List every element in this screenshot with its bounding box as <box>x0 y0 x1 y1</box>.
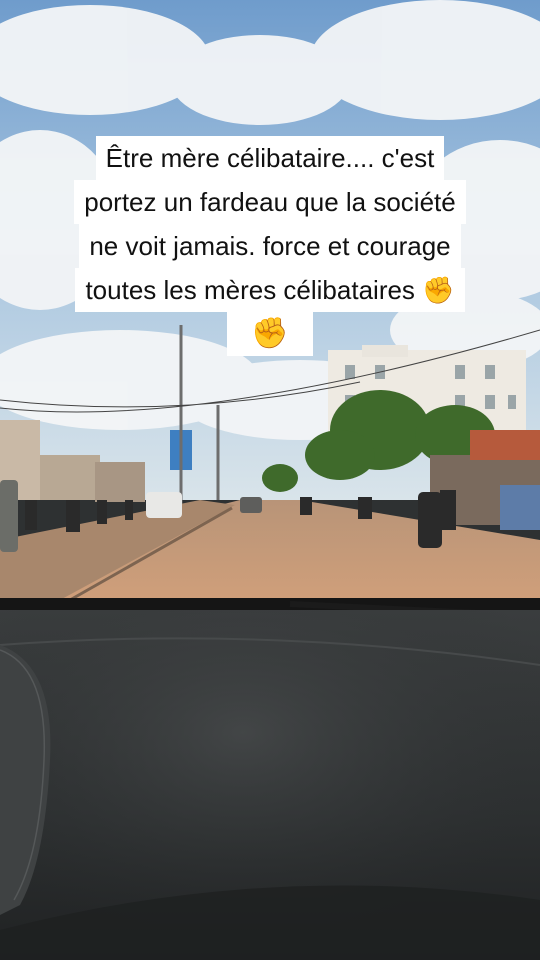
windshield-edge <box>0 598 540 610</box>
caption-line-5: ✊ <box>227 312 313 356</box>
caption-line-2: portez un fardeau que la société <box>74 180 466 224</box>
caption-line-3: ne voit jamais. force et courage <box>79 224 461 268</box>
caption-line-1: Être mère célibataire.... c'est <box>95 136 445 180</box>
caption-overlay: Être mère célibataire.... c'est portez u… <box>0 136 540 356</box>
caption-line-4: toutes les mères célibataires ✊ <box>75 268 465 312</box>
